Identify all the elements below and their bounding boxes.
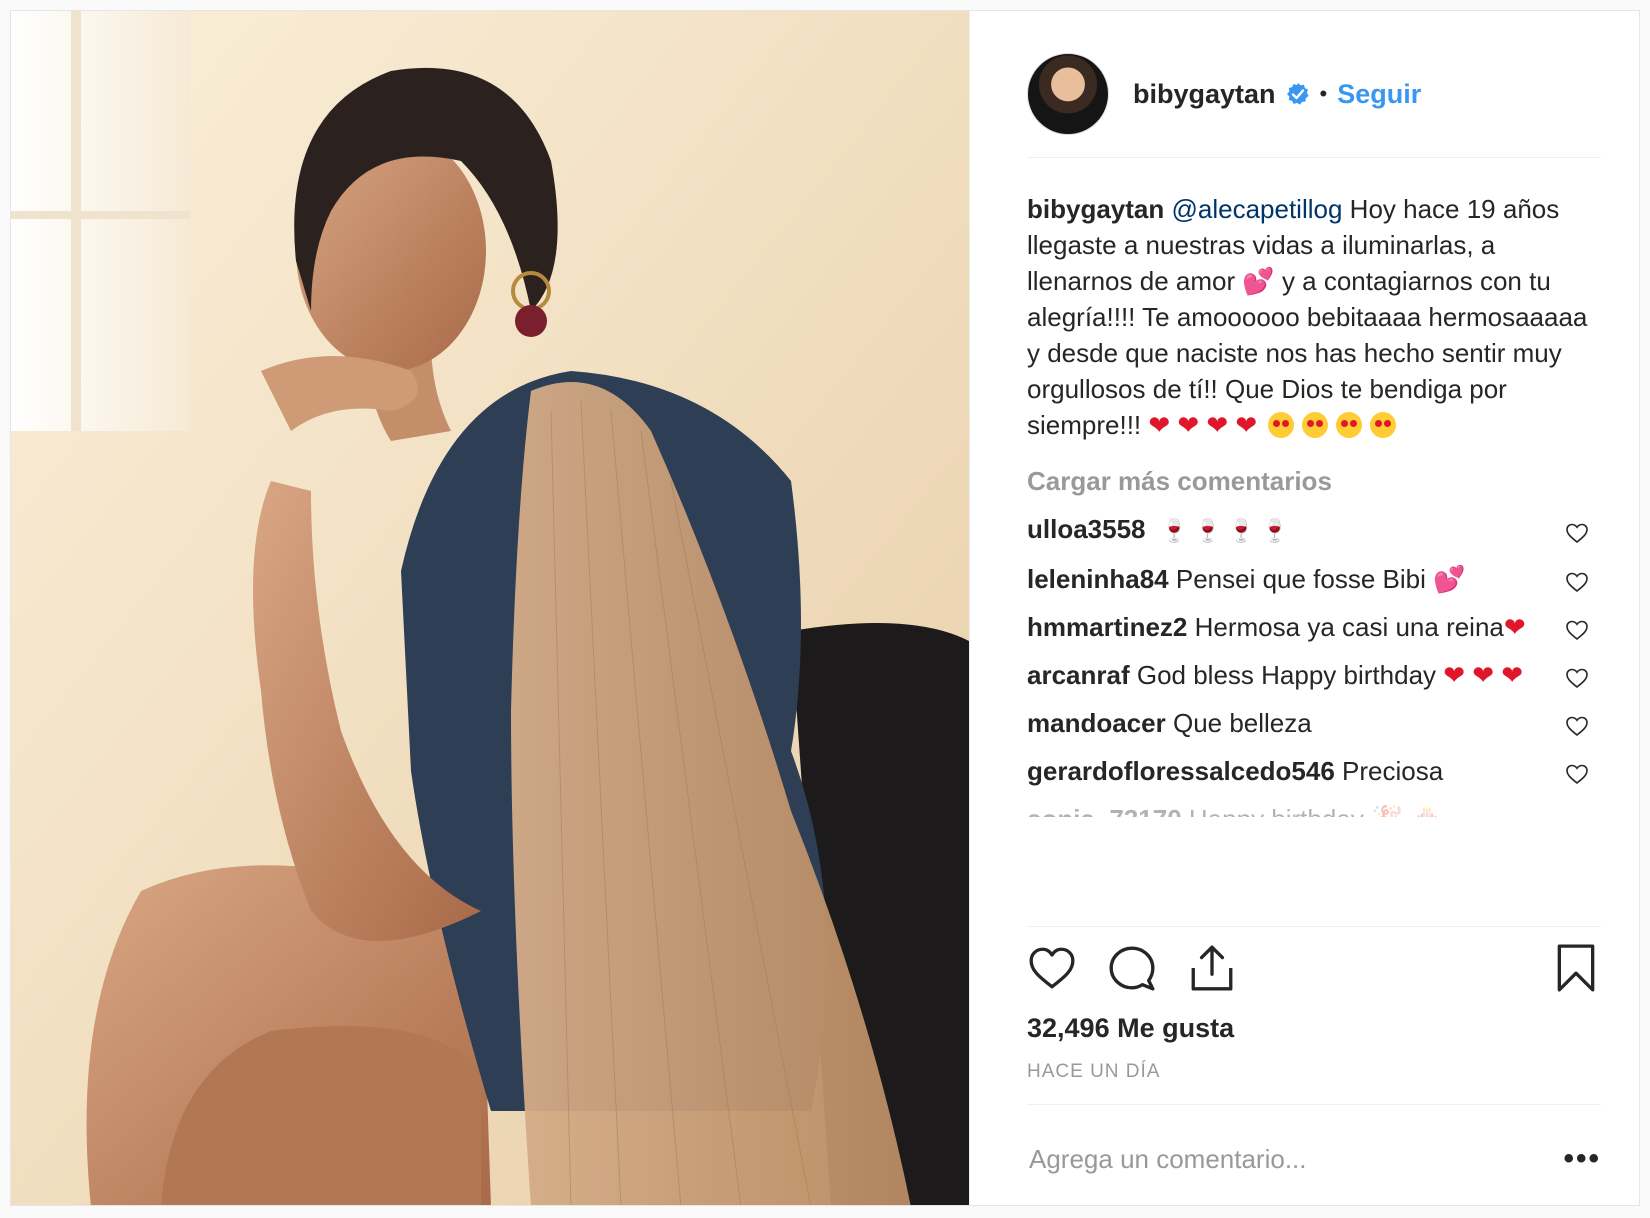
comment-emoji: 💕 [1433, 564, 1466, 594]
comment-username[interactable]: gerardofloressalcedo546 [1027, 756, 1335, 786]
header-separator: • [1319, 81, 1328, 106]
comment-username[interactable]: hmmartinez2 [1027, 612, 1187, 642]
comment-text: Que belleza [1172, 708, 1312, 738]
more-options-icon[interactable]: ••• [1563, 1142, 1601, 1176]
bookmark-icon[interactable] [1551, 943, 1601, 993]
comment-like-icon[interactable] [1565, 518, 1589, 544]
follow-button[interactable]: Seguir [1337, 79, 1421, 110]
comment-row: leleninha84 Pensei que fosse Bibi 💕 [1027, 561, 1601, 597]
load-more-comments-button[interactable]: Cargar más comentarios [1027, 463, 1601, 499]
comments-divider [1027, 926, 1601, 927]
heart-outline-icon[interactable] [1027, 943, 1077, 993]
photo-illustration [11, 11, 969, 1205]
heart-eyes-emoji [1336, 412, 1363, 438]
comment-row: mandoacer Que belleza [1027, 705, 1601, 741]
footer-divider [1027, 1104, 1601, 1105]
comment-like-icon[interactable] [1565, 759, 1589, 785]
verified-badge-icon [1286, 82, 1310, 106]
comment-username[interactable]: ulloa3558 [1027, 514, 1146, 544]
post-timestamp[interactable]: HACE UN DÍA [1027, 1061, 1160, 1083]
comment-row: gerardofloressalcedo546 Preciosa [1027, 753, 1601, 789]
comment-row: hmmartinez2 Hermosa ya casi una reina❤ [1027, 609, 1601, 645]
share-upload-icon[interactable] [1187, 943, 1237, 993]
add-comment-bar: ••• [1027, 1116, 1601, 1202]
comment-row: arcanraf God bless Happy birthday ❤ ❤ ❤ [1027, 657, 1601, 693]
post-photo[interactable] [11, 11, 969, 1205]
comment-emoji: 🍷 🍷 🍷 🍷 [1160, 518, 1289, 543]
likes-count[interactable]: 32,496 Me gusta [1027, 1013, 1234, 1044]
comment-emoji: 🎉 🎂 [1371, 804, 1443, 817]
comment-row: ulloa3558 🍷 🍷 🍷 🍷 [1027, 511, 1601, 549]
avatar[interactable] [1027, 53, 1109, 135]
caption-username[interactable]: bibygaytan [1027, 194, 1164, 224]
post-header: bibygaytan • Seguir [1027, 47, 1602, 141]
post-sidebar: bibygaytan • Seguir bibygaytan @alecapet… [969, 11, 1639, 1205]
caption-red-hearts: ❤ ❤ ❤ ❤ [1148, 410, 1258, 440]
instagram-post: bibygaytan • Seguir bibygaytan @alecapet… [10, 10, 1640, 1206]
header-username[interactable]: bibygaytan [1133, 79, 1276, 110]
comment-username[interactable]: sonia_73170 [1027, 804, 1182, 817]
comment-text: Happy birthday [1189, 804, 1364, 817]
heart-eyes-emoji [1302, 412, 1329, 438]
comment-like-icon[interactable] [1565, 663, 1589, 689]
add-comment-input[interactable] [1027, 1142, 1511, 1176]
comment-text: God bless Happy birthday [1136, 660, 1437, 690]
comment-row-partial: sonia_73170 Happy birthday 🎉 🎂 [1027, 801, 1601, 817]
heart-eyes-emoji [1268, 412, 1295, 438]
comment-username[interactable]: leleninha84 [1027, 564, 1169, 594]
comment-text: Pensei que fosse Bibi [1175, 564, 1426, 594]
comment-username[interactable]: mandoacer [1027, 708, 1166, 738]
heart-eyes-emoji [1370, 412, 1397, 438]
header-divider [1027, 157, 1601, 158]
comment-text: Hermosa ya casi una reina [1194, 612, 1504, 642]
comment-emoji: ❤ ❤ ❤ [1443, 660, 1524, 690]
caption-mention[interactable]: @alecapetillog [1171, 194, 1342, 224]
comment-like-icon[interactable] [1565, 567, 1589, 593]
comment-like-icon[interactable] [1565, 615, 1589, 641]
comment-like-icon[interactable] [1565, 711, 1589, 737]
caption-emoji-hearts: 💕 [1242, 266, 1275, 296]
comment-bubble-icon[interactable] [1107, 943, 1157, 993]
post-actions [1027, 943, 1601, 999]
comment-emoji: ❤ [1503, 612, 1526, 642]
comment-text: Preciosa [1342, 756, 1444, 786]
comments-list[interactable]: bibygaytan @alecapetillog Hoy hace 19 añ… [1027, 191, 1601, 921]
post-caption: bibygaytan @alecapetillog Hoy hace 19 añ… [1027, 191, 1601, 443]
comment-username[interactable]: arcanraf [1027, 660, 1130, 690]
